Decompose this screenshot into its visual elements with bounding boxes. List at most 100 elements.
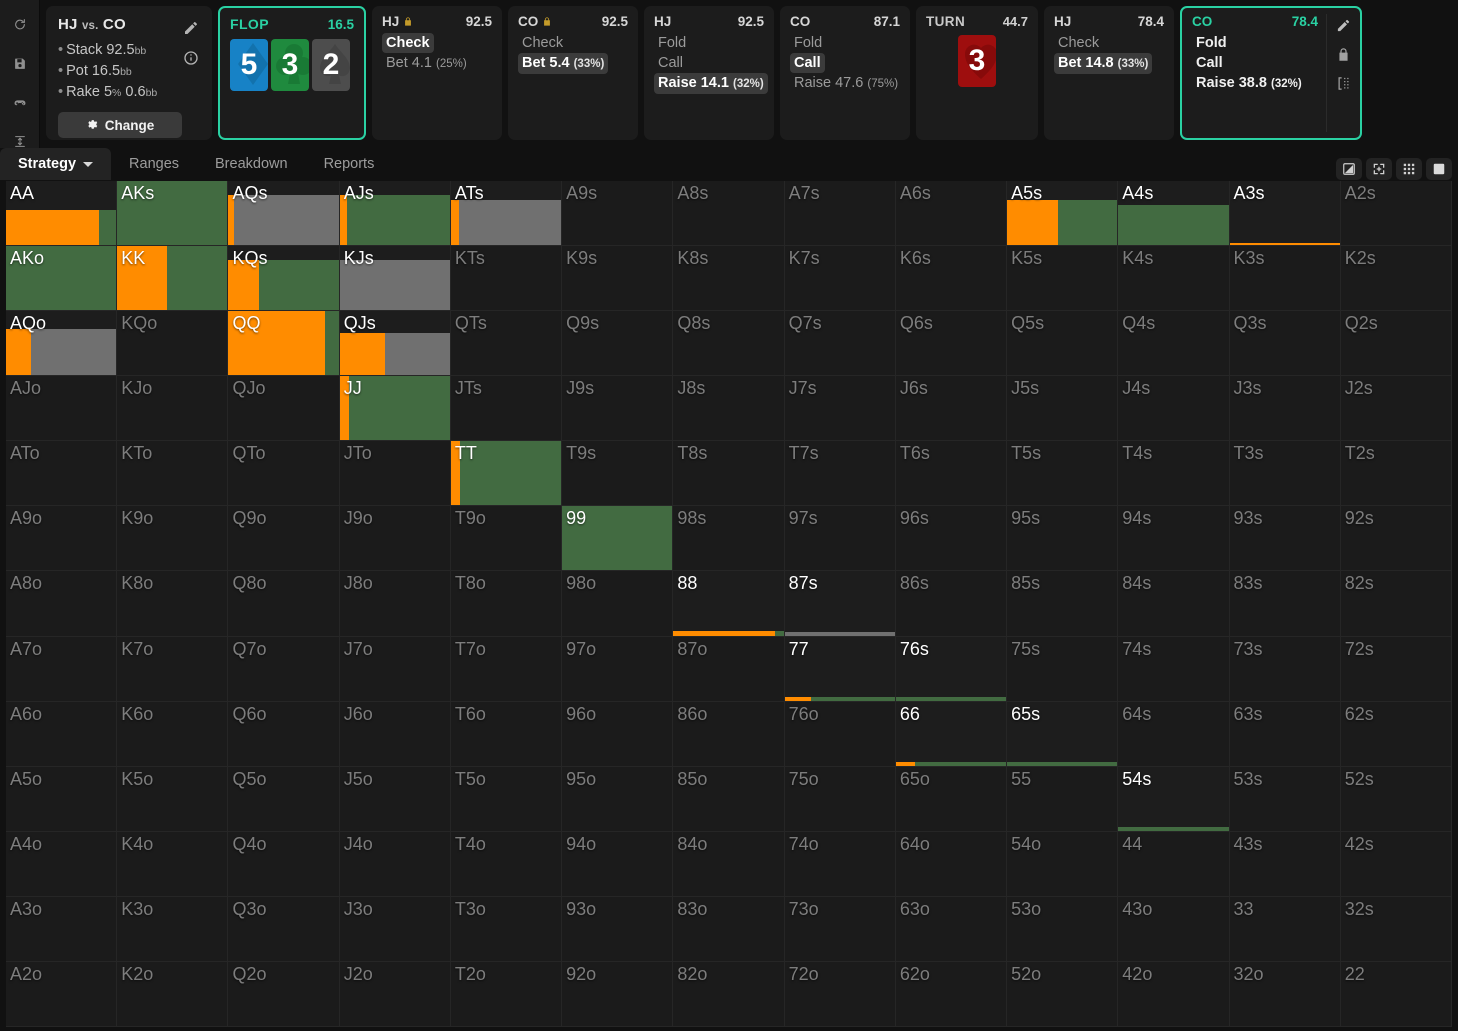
range-cell-J6s[interactable]: J6s xyxy=(895,376,1008,442)
range-cell-T3o[interactable]: T3o xyxy=(450,896,563,962)
range-cell-J9o[interactable]: J9o xyxy=(339,506,451,572)
range-cell-66[interactable]: 66 xyxy=(895,701,1008,767)
range-cell-Q5o[interactable]: Q5o xyxy=(228,766,340,832)
range-cell-98s[interactable]: 98s xyxy=(673,506,785,572)
range-cell-55[interactable]: 55 xyxy=(1007,766,1119,832)
range-cell-AQs[interactable]: AQs xyxy=(228,181,340,247)
chevron-down-icon[interactable] xyxy=(83,161,94,167)
range-cell-94o[interactable]: 94o xyxy=(562,831,674,897)
range-cell-A4s[interactable]: A4s xyxy=(1118,181,1230,247)
range-cell-K8o[interactable]: K8o xyxy=(117,571,229,637)
range-cell-T6s[interactable]: T6s xyxy=(895,441,1008,507)
change-button[interactable]: Change xyxy=(58,112,182,138)
undo-icon[interactable] xyxy=(9,18,31,31)
action-option[interactable]: Check xyxy=(518,33,567,53)
range-cell-A6s[interactable]: A6s xyxy=(895,181,1008,247)
range-cell-63o[interactable]: 63o xyxy=(895,896,1008,962)
panel-view-button[interactable] xyxy=(1426,158,1452,180)
range-cell-K2o[interactable]: K2o xyxy=(117,961,229,1027)
range-cell-A7s[interactable]: A7s xyxy=(784,181,896,247)
range-cell-T8o[interactable]: T8o xyxy=(450,571,563,637)
range-cell-T3s[interactable]: T3s xyxy=(1229,441,1341,507)
action-option[interactable]: Call xyxy=(654,53,687,73)
gamepad-icon[interactable] xyxy=(9,96,31,109)
range-cell-KQo[interactable]: KQo xyxy=(117,311,229,377)
range-cell-T5s[interactable]: T5s xyxy=(1007,441,1119,507)
lock-icon[interactable] xyxy=(1336,47,1351,62)
range-cell-74o[interactable]: 74o xyxy=(784,831,896,897)
action-option[interactable]: Bet 5.4 (33%) xyxy=(518,53,609,74)
range-cell-T9s[interactable]: T9s xyxy=(562,441,674,507)
range-cell-65s[interactable]: 65s xyxy=(1007,701,1119,767)
range-cell-95o[interactable]: 95o xyxy=(562,766,674,832)
range-cell-K9o[interactable]: K9o xyxy=(117,506,229,572)
action-option[interactable]: Fold xyxy=(1192,33,1231,53)
range-cell-93s[interactable]: 93s xyxy=(1229,506,1341,572)
action-option[interactable]: Raise 38.8 (32%) xyxy=(1192,73,1306,94)
range-cell-74s[interactable]: 74s xyxy=(1118,636,1230,702)
range-cell-A5s[interactable]: A5s xyxy=(1007,181,1119,247)
range-cell-KK[interactable]: KK xyxy=(117,246,229,312)
range-cell-A6o[interactable]: A6o xyxy=(6,701,118,767)
pencil-icon[interactable] xyxy=(183,20,199,36)
range-cell-JJ[interactable]: JJ xyxy=(339,376,451,442)
range-cell-Q8s[interactable]: Q8s xyxy=(673,311,785,377)
range-cell-72s[interactable]: 72s xyxy=(1340,636,1452,702)
range-cell-QQ[interactable]: QQ xyxy=(228,311,340,377)
range-cell-T7o[interactable]: T7o xyxy=(450,636,563,702)
range-cell-Q2o[interactable]: Q2o xyxy=(228,961,340,1027)
range-cell-Q7o[interactable]: Q7o xyxy=(228,636,340,702)
fit-view-button[interactable] xyxy=(1366,158,1392,180)
range-cell-K6o[interactable]: K6o xyxy=(117,701,229,767)
range-cell-K3s[interactable]: K3s xyxy=(1229,246,1341,312)
range-cell-73s[interactable]: 73s xyxy=(1229,636,1341,702)
range-cell-43o[interactable]: 43o xyxy=(1118,896,1230,962)
action-option[interactable]: Call xyxy=(790,53,825,73)
range-cell-32s[interactable]: 32s xyxy=(1340,896,1452,962)
range-cell-K5s[interactable]: K5s xyxy=(1007,246,1119,312)
range-cell-K9s[interactable]: K9s xyxy=(562,246,674,312)
range-cell-T8s[interactable]: T8s xyxy=(673,441,785,507)
range-cell-AA[interactable]: AA xyxy=(6,181,118,247)
tab-breakdown[interactable]: Breakdown xyxy=(197,148,306,180)
range-cell-43s[interactable]: 43s xyxy=(1229,831,1341,897)
range-cell-75o[interactable]: 75o xyxy=(784,766,896,832)
range-cell-K4s[interactable]: K4s xyxy=(1118,246,1230,312)
range-cell-52s[interactable]: 52s xyxy=(1340,766,1452,832)
action-column-1[interactable]: CO 92.5 Check Bet 5.4 (33%) xyxy=(508,6,638,140)
range-cell-T4o[interactable]: T4o xyxy=(450,831,563,897)
range-cell-K7s[interactable]: K7s xyxy=(784,246,896,312)
tab-strategy[interactable]: Strategy xyxy=(0,148,112,180)
range-cell-AJs[interactable]: AJs xyxy=(339,181,451,247)
range-cell-J5o[interactable]: J5o xyxy=(339,766,451,832)
range-cell-96s[interactable]: 96s xyxy=(895,506,1008,572)
range-cell-77[interactable]: 77 xyxy=(784,636,896,702)
range-cell-93o[interactable]: 93o xyxy=(562,896,674,962)
range-cell-J7o[interactable]: J7o xyxy=(339,636,451,702)
range-cell-A4o[interactable]: A4o xyxy=(6,831,118,897)
range-cell-QJo[interactable]: QJo xyxy=(228,376,340,442)
range-cell-KTo[interactable]: KTo xyxy=(117,441,229,507)
range-cell-KTs[interactable]: KTs xyxy=(450,246,563,312)
range-cell-A5o[interactable]: A5o xyxy=(6,766,118,832)
range-cell-Q5s[interactable]: Q5s xyxy=(1007,311,1119,377)
action-column-0[interactable]: HJ 92.5 Check Bet 4.1 (25%) xyxy=(372,6,502,140)
action-option[interactable]: Raise 14.1 (32%) xyxy=(654,73,768,94)
range-cell-A2o[interactable]: A2o xyxy=(6,961,118,1027)
range-cell-K4o[interactable]: K4o xyxy=(117,831,229,897)
range-cell-87s[interactable]: 87s xyxy=(784,571,896,637)
range-cell-K2s[interactable]: K2s xyxy=(1340,246,1452,312)
range-cell-83s[interactable]: 83s xyxy=(1229,571,1341,637)
range-cell-64o[interactable]: 64o xyxy=(895,831,1008,897)
range-cell-AKo[interactable]: AKo xyxy=(6,246,118,312)
range-cell-T2s[interactable]: T2s xyxy=(1340,441,1452,507)
range-cell-K8s[interactable]: K8s xyxy=(673,246,785,312)
range-cell-A2s[interactable]: A2s xyxy=(1340,181,1452,247)
action-option[interactable]: Raise 47.6 (75%) xyxy=(790,73,902,94)
action-column-3[interactable]: CO 87.1 Fold Call Raise 47.6 (75%) xyxy=(780,6,910,140)
range-cell-Q2s[interactable]: Q2s xyxy=(1340,311,1452,377)
range-cell-88[interactable]: 88 xyxy=(673,571,785,637)
range-cell-92o[interactable]: 92o xyxy=(562,961,674,1027)
range-cell-96o[interactable]: 96o xyxy=(562,701,674,767)
range-cell-64s[interactable]: 64s xyxy=(1118,701,1230,767)
